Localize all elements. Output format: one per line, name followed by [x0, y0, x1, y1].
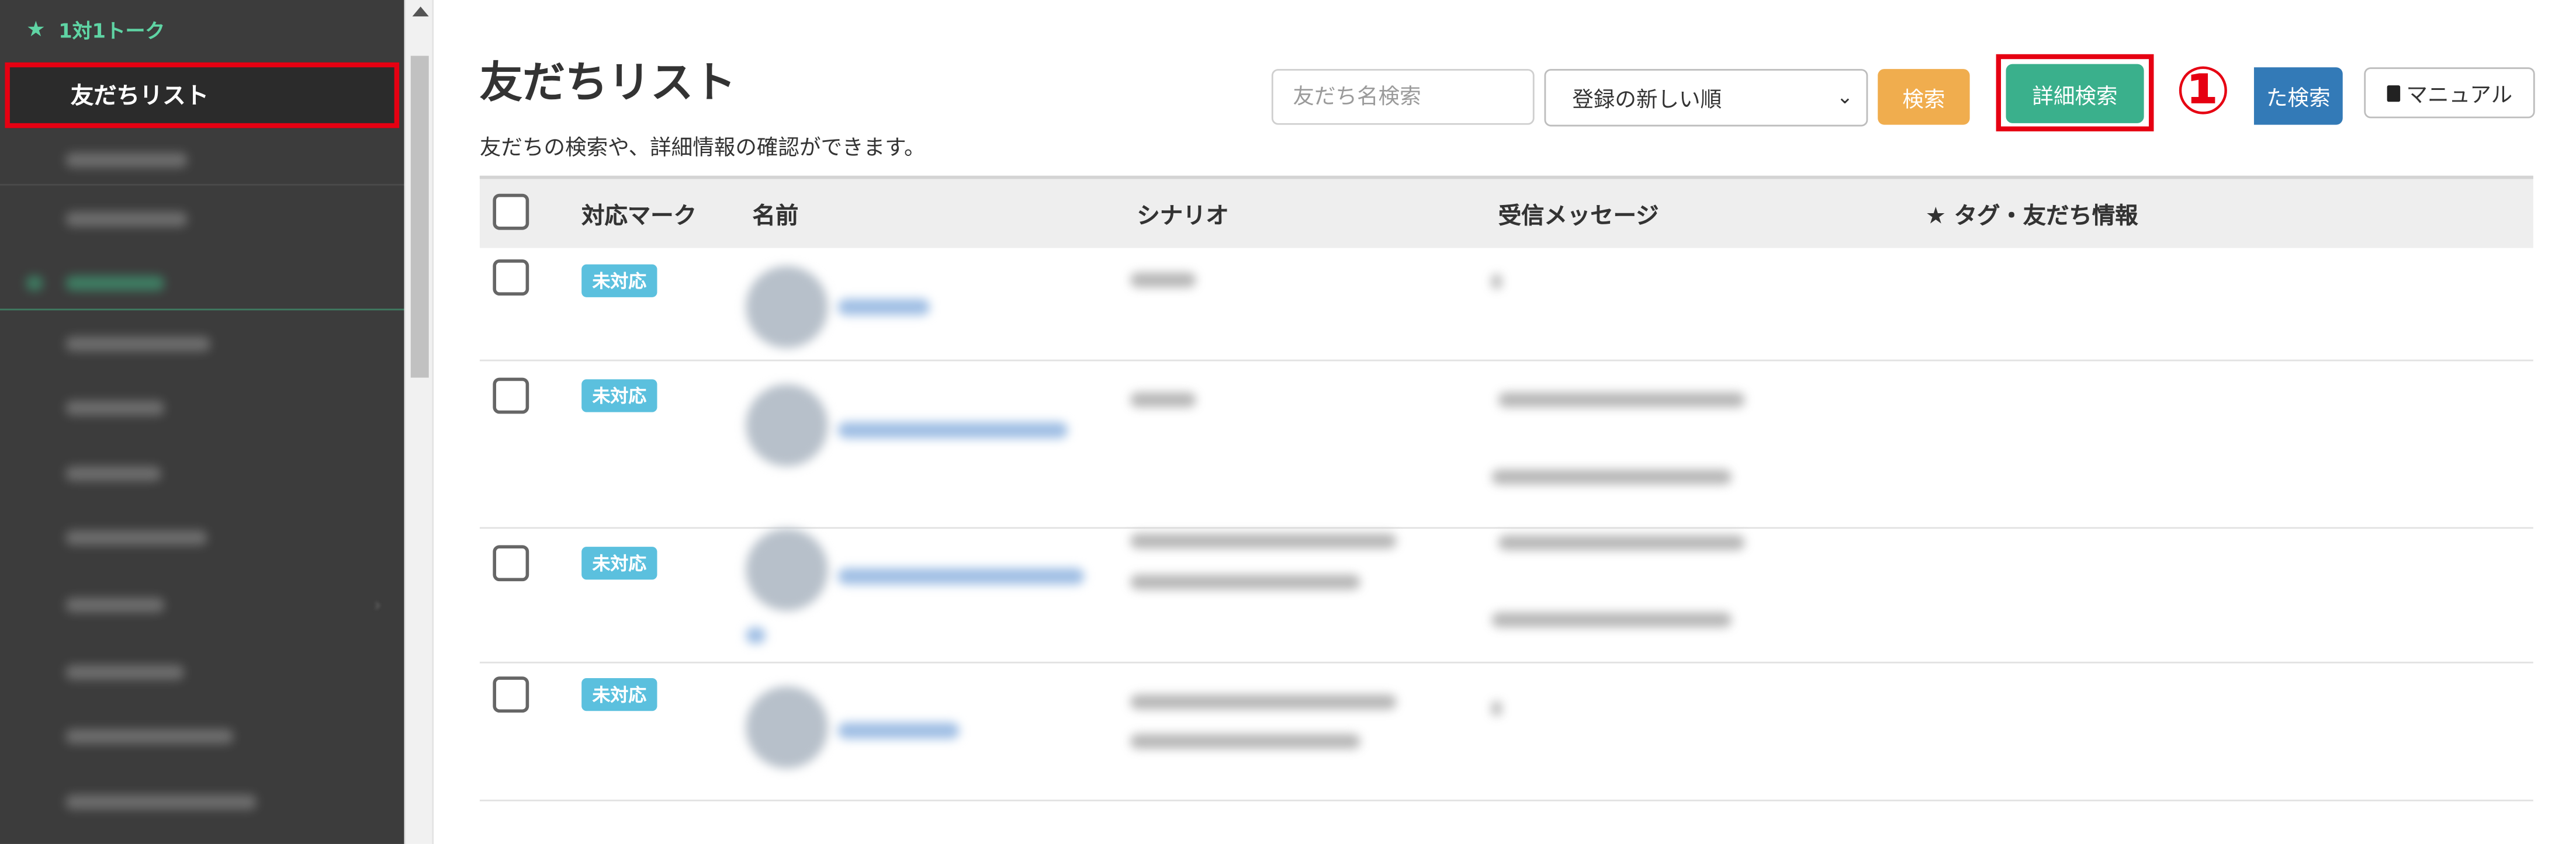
manual-button-label: マニュアル — [2406, 84, 2513, 109]
sidebar-item-blurred[interactable] — [65, 400, 165, 416]
column-header-scenario[interactable]: シナリオ — [1137, 199, 1228, 231]
sidebar-item-blurred[interactable] — [65, 794, 257, 810]
avatar — [746, 384, 828, 467]
scenario-text — [1130, 533, 1397, 548]
book-icon — [2386, 84, 2400, 101]
sidebar: ★ 1対1トーク 友だちリスト › — [0, 0, 404, 844]
received-message-text — [1491, 274, 1502, 289]
sidebar-section-icon-blurred — [26, 276, 43, 291]
status-badge[interactable]: 未対応 — [581, 379, 657, 412]
sidebar-item-blurred[interactable] — [65, 729, 234, 744]
received-message-text — [1498, 535, 1745, 550]
received-message-time — [1491, 470, 1732, 485]
received-message-text — [1498, 392, 1745, 408]
friend-name-link[interactable] — [837, 422, 1068, 439]
sidebar-scrollbar[interactable] — [404, 0, 434, 844]
friend-name-link[interactable] — [837, 298, 930, 315]
scenario-text — [1130, 392, 1196, 408]
annotation-marker: ① — [2175, 54, 2231, 130]
avatar — [746, 529, 828, 611]
row-checkbox[interactable] — [493, 259, 529, 296]
table-bottom-border — [479, 800, 2533, 801]
column-header-tags[interactable]: ★ タグ・友だち情報 — [1926, 199, 2138, 231]
sidebar-divider — [0, 183, 404, 186]
manual-button[interactable]: マニュアル — [2364, 67, 2535, 119]
avatar — [746, 266, 828, 348]
sort-order-select[interactable]: 登録の新しい順 ⌄ — [1544, 69, 1868, 127]
row-divider — [479, 661, 2533, 664]
page-title: 友だちリスト — [479, 59, 736, 109]
select-all-checkbox[interactable] — [493, 193, 529, 230]
sidebar-item-blurred[interactable] — [65, 466, 161, 481]
received-message-text — [1491, 701, 1502, 716]
sidebar-item-blurred[interactable] — [65, 665, 184, 680]
received-message-time — [1491, 612, 1732, 627]
column-header-status[interactable]: 対応マーク — [581, 199, 697, 231]
table-header: 対応マーク 名前 シナリオ 受信メッセージ ★ タグ・友だち情報 — [479, 175, 2533, 248]
row-checkbox[interactable] — [493, 545, 529, 582]
sort-order-value: 登録の新しい順 — [1572, 88, 1722, 113]
status-badge[interactable]: 未対応 — [581, 547, 657, 580]
sidebar-item-blurred[interactable] — [65, 598, 165, 613]
friend-name-link[interactable] — [837, 722, 960, 739]
row-checkbox[interactable] — [493, 676, 529, 713]
sidebar-section-label: 1対1トーク — [58, 19, 165, 42]
chevron-down-icon: ⌄ — [1836, 85, 1854, 109]
sidebar-item-blurred[interactable] — [65, 530, 207, 546]
column-header-name[interactable]: 名前 — [753, 199, 799, 231]
chevron-right-icon: › — [373, 594, 382, 616]
scroll-up-arrow-icon[interactable] — [412, 6, 429, 17]
avatar — [746, 686, 828, 769]
detail-search-button[interactable]: 詳細検索 — [2006, 64, 2144, 123]
star-icon: ★ — [26, 17, 46, 42]
scenario-text — [1130, 272, 1196, 287]
scenario-subtext — [1130, 734, 1360, 749]
column-header-received-message[interactable]: 受信メッセージ — [1498, 199, 1659, 231]
sidebar-section-one-to-one-talk[interactable]: ★ 1対1トーク — [0, 0, 404, 59]
sidebar-item-blurred[interactable] — [65, 211, 188, 227]
sidebar-divider — [0, 308, 404, 311]
main-content: 友だちリスト 友だちの検索や、詳細情報の確認ができます。 登録の新しい順 ⌄ 検… — [434, 0, 2576, 844]
saved-search-button[interactable]: た検索 — [2253, 67, 2343, 125]
search-button[interactable]: 検索 — [1878, 69, 1970, 125]
scenario-text — [1130, 694, 1397, 710]
sidebar-item-friends-list[interactable]: 友だちリスト — [5, 62, 400, 128]
page-description: 友だちの検索や、詳細情報の確認ができます。 — [479, 136, 926, 161]
scrollbar-thumb[interactable] — [410, 55, 429, 378]
sidebar-item-blurred[interactable] — [65, 152, 188, 168]
sidebar-item-blurred[interactable] — [65, 336, 210, 352]
row-checkbox[interactable] — [493, 377, 529, 414]
status-badge[interactable]: 未対応 — [581, 264, 657, 297]
scenario-subtext — [1130, 574, 1360, 590]
sidebar-section-blurred[interactable] — [65, 276, 165, 291]
friend-name-link[interactable] — [837, 568, 1085, 585]
row-divider — [479, 359, 2533, 362]
sidebar-item-label: 友だちリスト — [70, 84, 209, 110]
status-badge[interactable]: 未対応 — [581, 678, 657, 711]
friend-name-search-input[interactable] — [1271, 69, 1535, 125]
friend-name-link-continued[interactable] — [746, 627, 766, 644]
